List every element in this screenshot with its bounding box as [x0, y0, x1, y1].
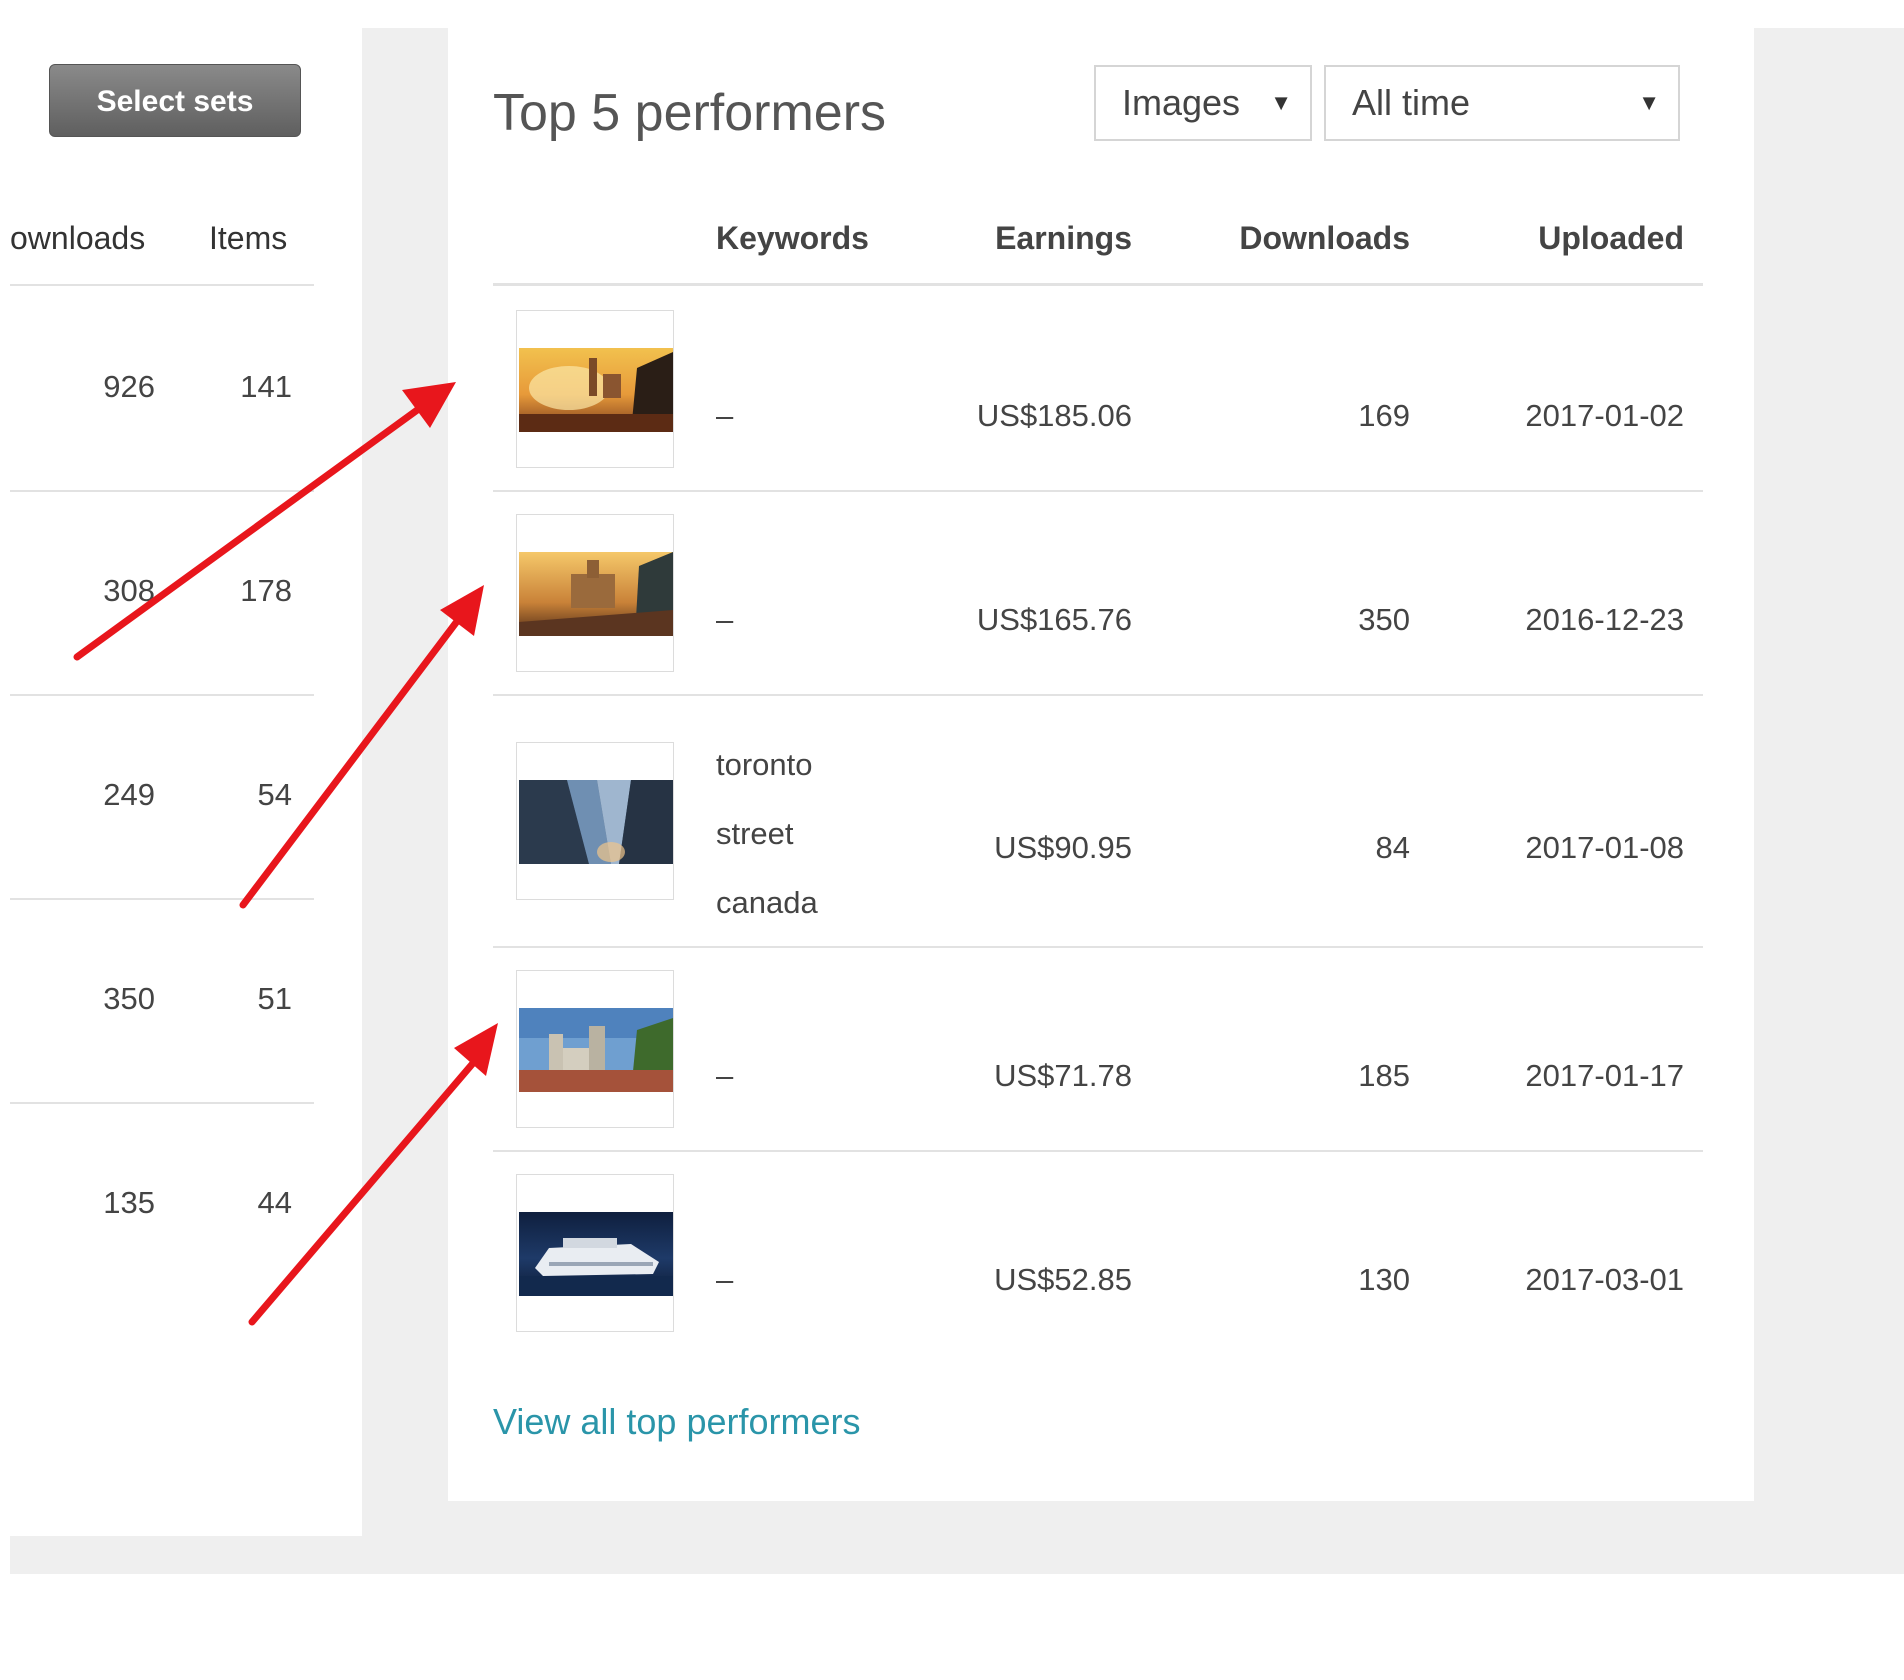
uploaded-header[interactable]: Uploaded — [1470, 218, 1684, 258]
sets-row-divider — [10, 694, 314, 696]
row-keyword: street — [716, 816, 794, 851]
thumbnail-sunset-building[interactable] — [516, 514, 674, 672]
sets-row-items: 44 — [257, 1185, 292, 1220]
cruise-ship-photo — [519, 1212, 673, 1296]
time-period-select[interactable]: All time ▼ — [1324, 65, 1680, 141]
row-divider — [493, 694, 1703, 696]
row-keyword: – — [716, 398, 734, 433]
downloads-header[interactable]: Downloads — [1170, 218, 1410, 258]
row-downloads: 130 — [1358, 1262, 1410, 1297]
sets-row-downloads: 308 — [103, 573, 155, 608]
row-divider — [493, 946, 1703, 948]
earnings-header[interactable]: Earnings — [938, 218, 1132, 258]
row-keyword: – — [716, 1262, 734, 1297]
skyscraper-photo — [519, 780, 673, 864]
row-uploaded: 2017-01-17 — [1525, 1058, 1684, 1093]
sunset-building-photo — [519, 552, 673, 636]
row-downloads: 350 — [1358, 602, 1410, 637]
sets-row-downloads: 350 — [103, 981, 155, 1016]
row-divider — [493, 490, 1703, 492]
church-towers-photo — [519, 1008, 673, 1092]
top-performers-card: Top 5 performers Images ▼ All time ▼ Key… — [448, 28, 1754, 1501]
row-uploaded: 2017-01-08 — [1525, 830, 1684, 865]
row-earnings: US$90.95 — [994, 830, 1132, 865]
row-uploaded: 2016-12-23 — [1525, 602, 1684, 637]
row-uploaded: 2017-03-01 — [1525, 1262, 1684, 1297]
row-earnings: US$71.78 — [994, 1058, 1132, 1093]
table-header-divider — [493, 283, 1703, 286]
sets-row-items: 141 — [240, 369, 292, 404]
sets-row-items: 51 — [257, 981, 292, 1016]
sunset-city-street-photo — [519, 348, 673, 432]
sets-row-downloads: 249 — [103, 777, 155, 812]
sets-row-divider — [10, 1102, 314, 1104]
caret-down-icon: ▼ — [1638, 90, 1660, 115]
sets-row-items: 54 — [257, 777, 292, 812]
page: Select sets ownloads Items 926 141 308 1… — [0, 0, 1904, 1680]
row-keyword: toronto — [716, 747, 813, 782]
media-type-value: Images — [1122, 82, 1241, 123]
time-period-value: All time — [1352, 82, 1471, 123]
sets-row-divider — [10, 490, 314, 492]
row-keyword: – — [716, 602, 734, 637]
top-performers-title: Top 5 performers — [493, 84, 887, 142]
row-earnings: US$165.76 — [976, 602, 1132, 637]
thumbnail-church-towers[interactable] — [516, 970, 674, 1128]
row-divider — [493, 1150, 1703, 1152]
row-downloads: 185 — [1358, 1058, 1410, 1093]
sets-row-items: 178 — [240, 573, 292, 608]
sets-row-divider — [10, 898, 314, 900]
row-downloads: 84 — [1375, 830, 1410, 865]
view-all-top-performers-link[interactable]: View all top performers — [493, 1399, 861, 1445]
keywords-header: Keywords — [716, 220, 869, 256]
sets-row-downloads: 135 — [103, 1185, 155, 1220]
row-earnings: US$52.85 — [994, 1262, 1132, 1297]
sets-row-downloads: 926 — [103, 369, 155, 404]
sets-items-header[interactable]: Items — [209, 218, 287, 258]
row-keyword: – — [716, 1058, 734, 1093]
row-earnings: US$185.06 — [976, 398, 1132, 433]
sets-panel: Select sets ownloads Items 926 141 308 1… — [0, 28, 362, 1536]
sets-header-divider — [10, 284, 314, 286]
media-type-select[interactable]: Images ▼ — [1094, 65, 1312, 141]
sets-downloads-header[interactable]: ownloads — [10, 218, 145, 258]
row-downloads: 169 — [1358, 398, 1410, 433]
row-uploaded: 2017-01-02 — [1525, 398, 1684, 433]
caret-down-icon: ▼ — [1270, 90, 1292, 115]
thumbnail-sunset-city[interactable] — [516, 310, 674, 468]
thumbnail-skyscraper[interactable] — [516, 742, 674, 900]
row-keyword: canada — [716, 885, 818, 920]
select-sets-button[interactable]: Select sets — [49, 64, 301, 137]
thumbnail-cruise-ship[interactable] — [516, 1174, 674, 1332]
